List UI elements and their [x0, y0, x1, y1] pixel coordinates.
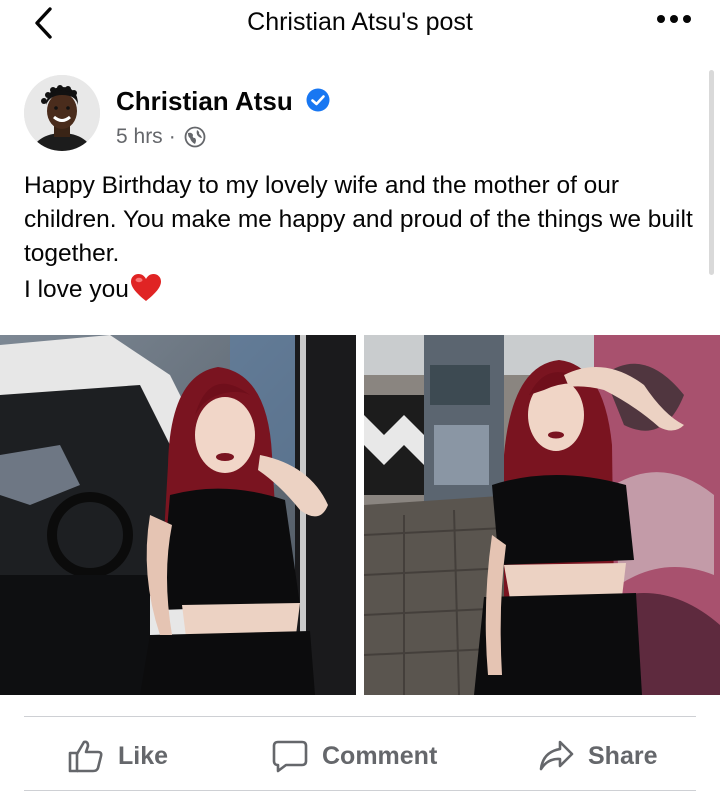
more-options-icon[interactable] [656, 12, 692, 26]
like-button[interactable]: Like [68, 728, 168, 784]
scrollbar[interactable] [709, 70, 714, 275]
post-text: Happy Birthday to my lovely wife and the… [24, 169, 704, 307]
comment-label: Comment [322, 741, 438, 770]
red-heart-emoji-icon [130, 274, 161, 301]
post-love-line: I love you [24, 273, 704, 307]
comment-button[interactable]: Comment [272, 728, 437, 784]
comment-bubble-icon [272, 740, 308, 773]
post-meta: 5 hrs · [116, 125, 206, 149]
post-timestamp[interactable]: 5 hrs [116, 125, 163, 149]
verified-badge-icon [306, 88, 330, 112]
globe-icon[interactable] [184, 126, 206, 148]
post-photo-1[interactable] [0, 335, 356, 695]
post-actions-bar: Like Comment Share [0, 728, 720, 784]
page-title: Christian Atsu's post [247, 8, 473, 36]
author-avatar[interactable] [24, 75, 100, 151]
thumbs-up-icon [68, 740, 103, 773]
post-body-text: Happy Birthday to my lovely wife and the… [24, 172, 693, 267]
actions-bottom-divider [24, 790, 696, 791]
post-photo-2[interactable] [364, 335, 720, 695]
post-love-text: I love you [24, 276, 129, 303]
like-label: Like [118, 741, 169, 770]
author-name[interactable]: Christian Atsu [116, 86, 293, 117]
meta-separator: · [168, 125, 176, 148]
share-button[interactable]: Share [538, 728, 657, 784]
top-bar: Christian Atsu's post [0, 0, 720, 52]
share-label: Share [588, 741, 658, 770]
actions-top-divider [24, 716, 696, 717]
share-arrow-icon [539, 740, 574, 771]
